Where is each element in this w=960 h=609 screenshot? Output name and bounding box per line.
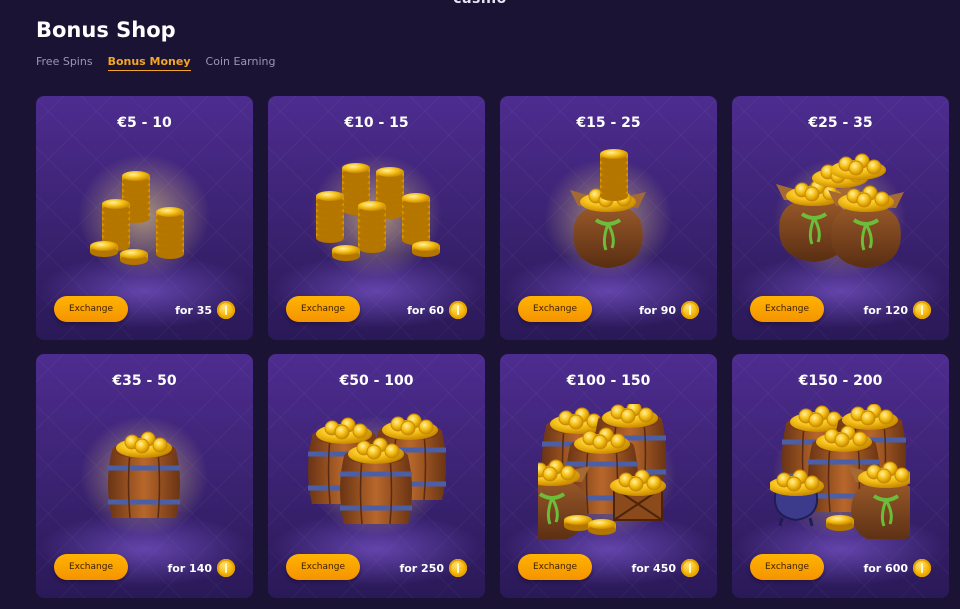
offer-card: €15 - 25 Exchange for 90 xyxy=(500,96,717,340)
treasure-pile-image xyxy=(770,404,910,539)
price-label: for 600 xyxy=(863,559,931,577)
coin-icon xyxy=(681,301,699,319)
price-label: for 120 xyxy=(863,301,931,319)
offer-title: €50 - 100 xyxy=(339,373,414,389)
coin-sacks-image xyxy=(774,153,906,278)
offer-card: €25 - 35 Exchange for 120 xyxy=(732,96,949,340)
offer-card: €10 - 15 Exchange for 60 xyxy=(268,96,485,340)
offer-card: €50 - 100 Exchange for 250 xyxy=(268,354,485,598)
shop-tabs: Free Spins Bonus Money Coin Earning xyxy=(36,55,275,71)
offer-title: €5 - 10 xyxy=(117,115,172,131)
coin-barrels-crate-image xyxy=(538,404,676,539)
price-label: for 250 xyxy=(399,559,467,577)
price-label: for 140 xyxy=(167,559,235,577)
offer-title: €150 - 200 xyxy=(798,373,883,389)
price-text: for 120 xyxy=(863,303,908,317)
exchange-button[interactable]: Exchange xyxy=(750,296,824,322)
price-label: for 35 xyxy=(175,301,235,319)
offer-card: €5 - 10 Exchange for 35 xyxy=(36,96,253,340)
exchange-button[interactable]: Exchange xyxy=(54,296,128,322)
price-text: for 140 xyxy=(167,561,212,575)
offer-title: €25 - 35 xyxy=(808,115,873,131)
offer-grid: €5 - 10 Exchange for 35 €10 - 15 Exchang… xyxy=(36,96,949,598)
casino-logo[interactable]: casino xyxy=(0,0,960,7)
coin-stacks-image xyxy=(78,154,210,278)
tab-coin-earning[interactable]: Coin Earning xyxy=(206,55,276,71)
offer-card: €35 - 50 Exchange for 140 xyxy=(36,354,253,598)
price-text: for 60 xyxy=(407,303,444,317)
exchange-button[interactable]: Exchange xyxy=(750,554,824,580)
offer-title: €15 - 25 xyxy=(576,115,641,131)
coin-icon xyxy=(913,559,931,577)
coin-icon xyxy=(449,559,467,577)
offer-title: €10 - 15 xyxy=(344,115,409,131)
coin-icon xyxy=(449,301,467,319)
page-title: Bonus Shop xyxy=(36,18,176,42)
price-text: for 90 xyxy=(639,303,676,317)
price-text: for 35 xyxy=(175,303,212,317)
coin-icon xyxy=(217,559,235,577)
coin-icon xyxy=(913,301,931,319)
exchange-button[interactable]: Exchange xyxy=(286,296,360,322)
price-text: for 450 xyxy=(631,561,676,575)
coin-icon xyxy=(681,559,699,577)
coin-sack-image xyxy=(544,146,672,278)
tab-bonus-money[interactable]: Bonus Money xyxy=(107,55,191,71)
exchange-button[interactable]: Exchange xyxy=(518,554,592,580)
exchange-button[interactable]: Exchange xyxy=(518,296,592,322)
price-label: for 90 xyxy=(639,301,699,319)
exchange-button[interactable]: Exchange xyxy=(286,554,360,580)
coin-barrel-image xyxy=(80,416,208,536)
tab-free-spins[interactable]: Free Spins xyxy=(36,55,93,71)
price-label: for 450 xyxy=(631,559,699,577)
exchange-button[interactable]: Exchange xyxy=(54,554,128,580)
offer-title: €35 - 50 xyxy=(112,373,177,389)
price-text: for 250 xyxy=(399,561,444,575)
offer-card: €100 - 150 Exchange for 450 xyxy=(500,354,717,598)
offer-card: €150 - 200 Exchange for 600 xyxy=(732,354,949,598)
price-text: for 600 xyxy=(863,561,908,575)
coin-stacks-image xyxy=(310,154,442,278)
price-label: for 60 xyxy=(407,301,467,319)
coin-icon xyxy=(217,301,235,319)
offer-title: €100 - 150 xyxy=(566,373,651,389)
coin-barrels-image xyxy=(306,404,446,536)
